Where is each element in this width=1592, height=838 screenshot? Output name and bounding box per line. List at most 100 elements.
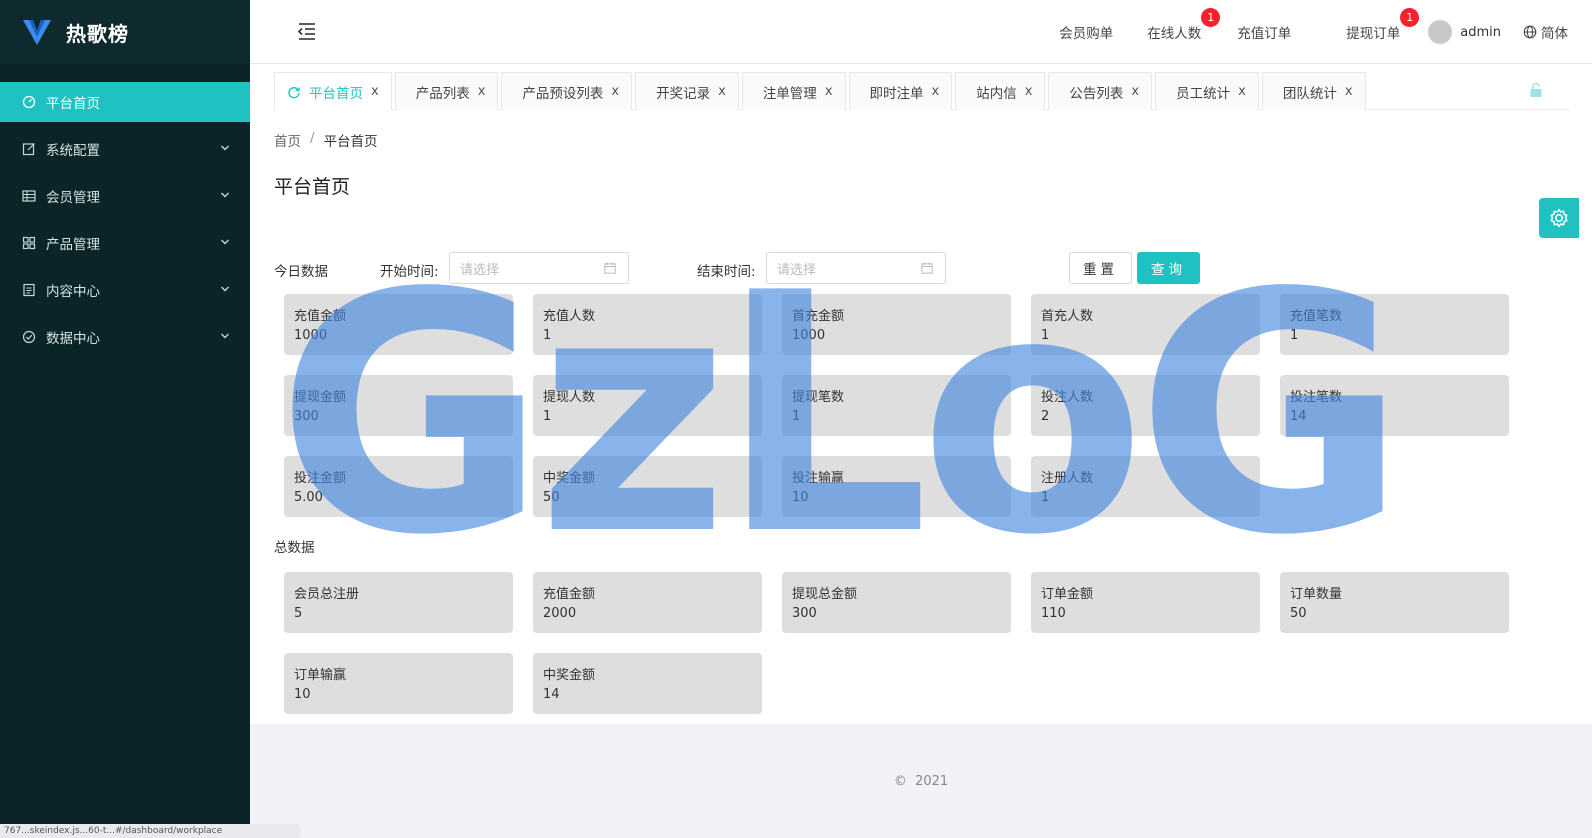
sidebar-item-members[interactable]: 会员管理 [0,176,250,216]
tab-product-preset-list[interactable]: 产品预设列表 x [501,72,633,110]
chevron-down-icon [221,192,229,198]
close-icon[interactable]: x [1131,84,1139,99]
close-icon[interactable]: x [1238,84,1246,99]
stat-value: 14 [1290,409,1307,424]
tab-team-stats[interactable]: 团队统计 x [1261,72,1366,110]
header-member-orders[interactable]: 会员购单 [1059,22,1113,42]
menu-fold-icon[interactable] [296,20,318,42]
stat-label: 投注笔数 [1290,390,1343,405]
close-icon[interactable]: x [932,84,940,99]
tab-product-list[interactable]: 产品列表 x [394,72,499,110]
language-label: 简体 [1541,26,1568,42]
header-nav: 会员购单 在线人数 1 充值订单 提现订单 1 admin 简体 [1059,0,1592,64]
stat-label: 订单金额 [1041,587,1094,602]
stat-value: 1 [543,328,552,343]
calendar-icon [921,262,933,274]
dashboard-icon [22,95,36,109]
start-time-label: 开始时间: [380,264,439,280]
close-icon[interactable]: x [1025,84,1033,99]
stat-card: 首充人数 1 [1031,294,1260,355]
stat-value: 1 [1290,328,1299,343]
sidebar-item-dashboard[interactable]: 平台首页 [0,82,250,122]
withdraw-orders-badge: 1 [1400,8,1420,27]
stat-card: 提现金额 300 [284,375,513,436]
stat-card: 会员总注册 5 [284,572,513,633]
close-icon[interactable]: x [478,84,486,99]
brand[interactable]: 热歌榜 [0,0,250,64]
breadcrumb-separator: / [310,130,315,146]
copyright: © 2021 [250,774,1592,789]
copyright-year: 2021 [915,774,949,789]
stat-card: 订单输赢 10 [284,653,513,714]
filter-bar: 今日数据 开始时间: 请选择 结束时间: 请选择 重置 查询 [274,252,1234,284]
header-nav-label: 在线人数 [1147,26,1202,42]
settings-drawer-button[interactable] [1539,198,1579,238]
stat-label: 充值人数 [543,309,596,324]
grid-icon [22,236,36,250]
stat-value: 110 [1041,606,1066,621]
page-title: 平台首页 [274,176,351,198]
tab-bet-management[interactable]: 注单管理 x [741,72,846,110]
sidebar-item-products[interactable]: 产品管理 [0,223,250,263]
tab-dashboard[interactable]: 平台首页 x [274,72,392,110]
language-switch[interactable]: 简体 [1523,22,1568,42]
header-nav-label: 提现订单 [1346,26,1401,42]
header-withdraw-orders[interactable]: 提现订单 1 [1346,8,1420,42]
stat-card: 提现总金额 300 [782,572,1011,633]
stat-card: 注册人数 1 [1031,456,1260,517]
tab-label: 开奖记录 [656,85,711,102]
stat-label: 充值金额 [294,309,347,324]
calendar-icon [604,262,616,274]
tab-label: 站内信 [976,85,1017,102]
stat-label: 投注金额 [294,471,347,486]
tab-staff-stats[interactable]: 员工统计 x [1155,72,1259,110]
close-icon[interactable]: x [1345,84,1353,99]
tab-messages[interactable]: 站内信 x [955,72,1046,110]
tab-label: 公告列表 [1069,85,1124,102]
stat-label: 中奖金额 [543,471,596,486]
reset-button[interactable]: 重置 [1069,252,1132,284]
close-icon[interactable]: x [371,84,379,99]
sidebar-item-label: 数据中心 [46,331,100,347]
close-icon[interactable]: x [718,84,726,99]
tab-label: 产品列表 [415,85,470,102]
stat-label: 注册人数 [1041,471,1094,486]
stat-value: 1 [1041,490,1050,505]
gear-icon [1550,208,1568,228]
user-menu[interactable]: admin [1428,20,1501,44]
close-icon[interactable]: x [825,84,833,99]
start-date-picker[interactable]: 请选择 [449,252,629,284]
chevron-down-icon [221,286,229,292]
breadcrumb-home[interactable]: 首页 [274,130,301,150]
sidebar-item-content[interactable]: 内容中心 [0,270,250,310]
stat-value: 10 [792,490,809,505]
sidebar-item-label: 内容中心 [46,284,100,300]
sidebar-item-data[interactable]: 数据中心 [0,317,250,357]
globe-icon [1523,25,1537,39]
header-online-users[interactable]: 在线人数 1 [1147,8,1221,42]
copyright-icon: © [893,774,907,789]
end-date-placeholder: 请选择 [777,262,817,278]
tab-label: 产品预设列表 [522,85,604,102]
stat-value: 10 [294,687,311,702]
query-button[interactable]: 查询 [1137,252,1200,284]
sidebar-item-label: 系统配置 [46,143,100,159]
stat-label: 提现人数 [543,390,596,405]
unlock-icon[interactable] [1528,82,1544,98]
stat-value: 50 [543,490,560,505]
tab-announcements[interactable]: 公告列表 x [1048,72,1153,110]
stat-card: 充值金额 1000 [284,294,513,355]
tab-live-bets[interactable]: 即时注单 x [848,72,953,110]
today-section-label: 今日数据 [274,264,328,280]
table-icon [22,190,36,202]
sidebar-item-system-config[interactable]: 系统配置 [0,129,250,169]
online-users-badge: 1 [1201,8,1221,27]
stat-label: 会员总注册 [294,587,360,602]
tab-draw-records[interactable]: 开奖记录 x [635,72,739,110]
close-icon[interactable]: x [611,84,619,99]
reload-icon [288,86,300,98]
header-recharge-orders[interactable]: 充值订单 [1237,22,1291,42]
end-date-picker[interactable]: 请选择 [766,252,946,284]
tab-label: 即时注单 [869,85,924,102]
stat-card: 充值笔数 1 [1280,294,1509,355]
